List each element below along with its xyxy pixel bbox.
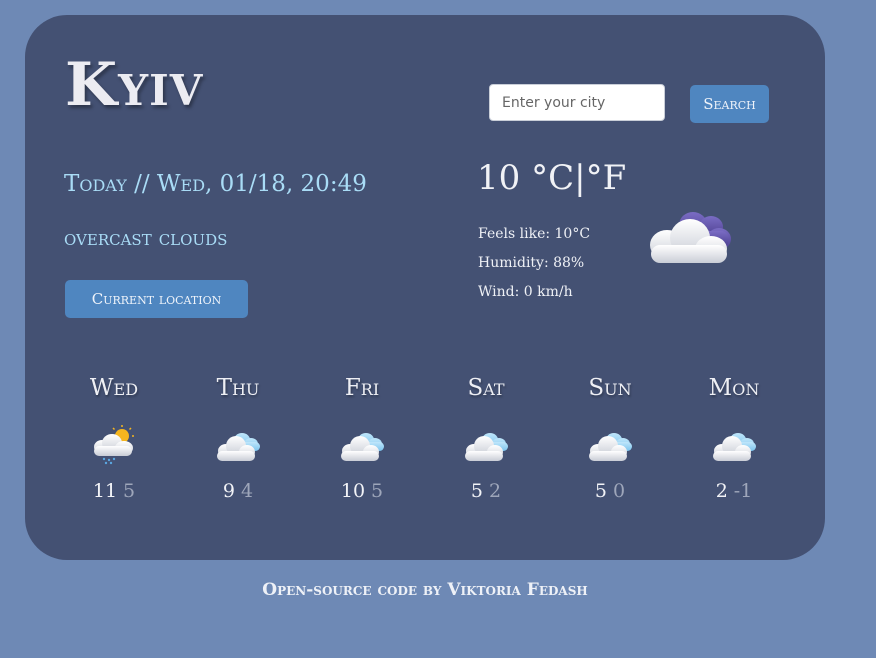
city-search-input[interactable] xyxy=(489,84,665,121)
forecast-day-name: Sat xyxy=(467,375,505,401)
forecast-temps: 94 xyxy=(176,480,300,502)
forecast-min: 4 xyxy=(241,480,254,502)
humidity: Humidity: 88% xyxy=(478,255,585,271)
forecast-day-name: Wed xyxy=(89,375,139,401)
forecast-min: 0 xyxy=(613,480,626,502)
cloud-icon xyxy=(465,433,508,461)
weather-details: Feels like: 10°C Humidity: 88% Wind: 0 k… xyxy=(478,220,590,307)
forecast-day: Fri 10 5 xyxy=(300,375,424,502)
forecast-min: 5 xyxy=(123,480,136,502)
overcast-clouds-night-icon xyxy=(650,212,731,263)
forecast-min: -1 xyxy=(733,480,753,502)
forecast-day-name: Mon xyxy=(708,375,760,401)
cloud-icon xyxy=(713,433,756,461)
current-date: Today // Wed, 01/18, 20:49 xyxy=(64,171,367,197)
cloud-icon xyxy=(217,433,260,461)
forecast-day-name: Sun xyxy=(588,375,632,401)
forecast-temps: 52 xyxy=(424,480,548,502)
forecast-temps: 11 5 xyxy=(52,480,176,502)
temperature-value: 10 xyxy=(477,158,521,198)
forecast-max: 11 xyxy=(92,480,118,502)
forecast-min: 2 xyxy=(489,480,502,502)
unit-separator: | xyxy=(574,158,586,198)
forecast-day-name: Fri xyxy=(344,375,380,401)
forecast-temps: 2 -1 xyxy=(672,480,796,502)
forecast-day: Thu 94 xyxy=(176,375,300,502)
weather-card: Kyiv Search Today // Wed, 01/18, 20:49 o… xyxy=(25,15,825,560)
forecast-max: 5 xyxy=(470,480,483,502)
weather-description: overcast clouds xyxy=(64,226,228,251)
city-name: Kyiv xyxy=(65,50,204,120)
forecast-min: 5 xyxy=(371,480,384,502)
forecast-temps: 50 xyxy=(548,480,672,502)
current-temperature: 10 °C|°F xyxy=(477,158,627,198)
forecast: Wed 11 5 Thu 9 4 Fri 10 5 Sat 5 2 Sun 5 … xyxy=(52,375,796,502)
forecast-day: Sat 52 xyxy=(424,375,548,502)
sun-rain-cloud-icon xyxy=(94,425,134,465)
forecast-day: Wed 11 5 xyxy=(52,375,176,502)
cloud-icon xyxy=(589,433,632,461)
search-button[interactable]: Search xyxy=(690,85,769,123)
fahrenheit-toggle[interactable]: °F xyxy=(586,158,627,198)
cloud-icon xyxy=(341,433,384,461)
current-location-button[interactable]: Current location xyxy=(65,280,248,318)
forecast-max: 10 xyxy=(340,480,366,502)
feels-like: Feels like: 10°C xyxy=(478,226,591,242)
forecast-max: 9 xyxy=(222,480,235,502)
forecast-temps: 10 5 xyxy=(300,480,424,502)
forecast-max: 2 xyxy=(715,480,728,502)
celsius-toggle[interactable]: °C xyxy=(531,158,574,198)
forecast-day-name: Thu xyxy=(216,375,260,401)
forecast-day: Mon 2 -1 xyxy=(672,375,796,502)
forecast-max: 5 xyxy=(594,480,607,502)
wind-speed: Wind: 0 km/h xyxy=(478,284,573,300)
forecast-day: Sun 50 xyxy=(548,375,672,502)
footer-credit[interactable]: Open-source code by Viktoria Fedash xyxy=(0,580,850,600)
